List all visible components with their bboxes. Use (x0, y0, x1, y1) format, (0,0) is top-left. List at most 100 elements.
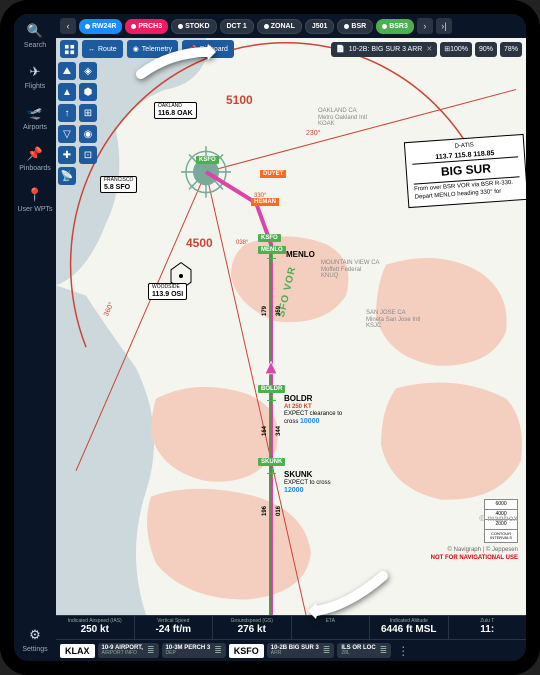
navaid-osi: WOODSIDE 113.9 OSI (148, 283, 187, 300)
map-tool-7[interactable]: ▽ (58, 125, 76, 143)
more-button[interactable]: ⋮ (394, 644, 412, 658)
stat-vs: Vertical Speed-24 ft/m (135, 616, 214, 639)
sidebar-airports[interactable]: 🛫 Airports (23, 104, 47, 131)
chip-prch3[interactable]: PRCH3 (125, 19, 168, 34)
fix-duyet: DUYET (260, 170, 286, 178)
sidebar-label: Search (24, 42, 46, 49)
tab-label: Telemetry (142, 46, 172, 53)
chip-label: ZONAL (271, 23, 295, 30)
leg-brg: 359 (276, 306, 282, 316)
chip-j501[interactable]: J501 (305, 19, 335, 34)
chip-label: STOKD (185, 23, 209, 30)
map-canvas[interactable]: OAKLAND 116.8 OAK FRANCISCO 5.8 SFO WOOD… (56, 38, 526, 615)
fix-skunk: SKUNK (258, 458, 285, 466)
credits: © Navigraph | © Jeppesen NOT FOR NAVIGAT… (431, 547, 518, 563)
bearing-038: 038° (236, 240, 248, 246)
chip-rw24r[interactable]: RW24R (79, 19, 122, 34)
leg-brg: 344 (276, 426, 282, 436)
leg-brg: 016 (276, 506, 282, 516)
chart-chip-2[interactable]: 10-3M PERCH 3DEP≣ (162, 643, 226, 658)
next-button[interactable]: › (417, 18, 433, 34)
chart-shortcut-row: KLAX 10-9 AIRPORT,AIRPORT INFO≣ 10-3M PE… (56, 640, 526, 661)
route-chip-bar: ‹ RW24R PRCH3 STOKD DCT 1 ZONAL J501 BSR… (56, 14, 526, 38)
mapbox-credit: © mapbox (479, 514, 518, 523)
pinboard-tab[interactable]: 📌Pinboard (182, 40, 234, 58)
end-button[interactable]: ›| (436, 18, 452, 34)
pin-icon: 📌 (26, 145, 44, 163)
layers-icon: ≣ (147, 645, 155, 656)
map-tool-9[interactable]: ✚ (58, 146, 76, 164)
sidebar-label: User WPTs (18, 206, 53, 213)
airport-klax[interactable]: KLAX (60, 644, 95, 658)
fix-boldr: BOLDR (258, 385, 285, 393)
chip-stokd[interactable]: STOKD (171, 19, 216, 34)
map-tool-5[interactable]: ↑ (58, 104, 76, 122)
bearing-230: 230° (306, 130, 320, 137)
ghost-koak: OAKLAND CAMetro Oakland IntlKOAK (318, 108, 367, 128)
ghost-ksjc: SAN JOSE CAMineta San Jose IntlKSJC (366, 310, 420, 330)
plane-icon: ✈ (26, 63, 44, 81)
chip-label: PRCH3 (138, 23, 162, 30)
chart-chip-3[interactable]: 10-2B BIG SUR 3ARR≣ (267, 643, 335, 658)
navaid-sfo: FRANCISCO 5.8 SFO (100, 176, 137, 193)
chart-chip-4[interactable]: ILS OR LOC28L≣ (337, 643, 391, 658)
stat-alt: Indicated Altitude6446 ft MSL (370, 616, 449, 639)
sidebar-flights[interactable]: ✈ Flights (25, 63, 46, 90)
map-tool-10[interactable]: ⊡ (79, 146, 97, 164)
stat-ias: Indicated Airspeed (IAS)250 kt (56, 616, 135, 639)
tool-subbar: ↔Route ◉Telemetry 📌Pinboard 📄 10-2B: BIG… (56, 38, 526, 60)
main-area: ‹ RW24R PRCH3 STOKD DCT 1 ZONAL J501 BSR… (56, 14, 526, 661)
map-tool-4[interactable]: ⬢ (79, 83, 97, 101)
bottom-bar: Indicated Airspeed (IAS)250 kt Vertical … (56, 615, 526, 661)
map-tool-3[interactable]: ▲ (58, 83, 76, 101)
zoom-78[interactable]: 78% (500, 42, 522, 57)
close-icon[interactable]: ✕ (426, 45, 432, 53)
telemetry-stats: Indicated Airspeed (IAS)250 kt Vertical … (56, 615, 526, 640)
map-tool-6[interactable]: ⊞ (79, 104, 97, 122)
sidebar-label: Settings (22, 646, 47, 653)
sidebar-pinboards[interactable]: 📌 Pinboards (19, 145, 51, 172)
chip-label: J501 (312, 23, 328, 30)
airport-ksfo[interactable]: KSFO (229, 644, 264, 658)
layers-button[interactable] (60, 40, 78, 58)
fix-ksfo: KSFO (196, 156, 219, 164)
map-tool-1[interactable]: ⛰ (58, 62, 76, 80)
altitude-north: 5100 (226, 93, 253, 107)
chip-label: BSR (351, 23, 366, 30)
navaid-oak: OAKLAND 116.8 OAK (154, 102, 197, 119)
wp-skunk-block: SKUNK EXPECT to cross 12000 (284, 470, 331, 495)
fix-heman: HEMAN (251, 198, 279, 206)
map-tool-11[interactable]: 📡 (58, 167, 76, 185)
chip-dct1[interactable]: DCT 1 (220, 19, 254, 34)
leg-brg: 196 (262, 506, 268, 516)
layers-icon: ≣ (323, 645, 331, 656)
sidebar-label: Flights (25, 83, 46, 90)
chip-bsr3[interactable]: BSR3 (376, 19, 414, 34)
proc-info-box: D-ATIS 113.7 115.8 118.85 BIG SUR From o… (404, 134, 526, 208)
sidebar-search[interactable]: 🔍 Search (24, 22, 46, 49)
chip-label: RW24R (92, 23, 116, 30)
chip-label: BSR3 (389, 23, 408, 30)
map-tool-8[interactable]: ◉ (79, 125, 97, 143)
fix-cross-icon (267, 253, 276, 262)
wp-boldr-block: BOLDR At 250 KT EXPECT clearance to cros… (284, 394, 342, 426)
stat-zulu: Zulu T11: (449, 616, 527, 639)
map-tool-2[interactable]: ◈ (79, 62, 97, 80)
sidebar-userwpts[interactable]: 📍 User WPTs (18, 186, 53, 213)
prev-button[interactable]: ‹ (60, 18, 76, 34)
sidebar-settings[interactable]: ⚙ Settings (22, 626, 47, 653)
chart-chip-1[interactable]: 10-9 AIRPORT,AIRPORT INFO≣ (98, 643, 159, 658)
telemetry-tab[interactable]: ◉Telemetry (127, 40, 178, 58)
sidebar-label: Pinboards (19, 165, 51, 172)
chip-zonal[interactable]: ZONAL (257, 19, 302, 34)
chip-bsr[interactable]: BSR (337, 19, 373, 34)
sidebar-label: Airports (23, 124, 47, 131)
wp-menlo: MENLO (286, 250, 315, 259)
zoom-90[interactable]: 90% (475, 42, 497, 57)
fix-ksfo2: KSFO (258, 234, 281, 242)
zoom-100[interactable]: ⊞100% (440, 42, 472, 57)
fix-cross-icon (267, 468, 276, 477)
procedure-chip[interactable]: 📄 10-2B: BIG SUR 3 ARR ✕ (331, 42, 437, 57)
tab-label: Route (98, 46, 117, 53)
route-tab[interactable]: ↔Route (82, 40, 123, 58)
